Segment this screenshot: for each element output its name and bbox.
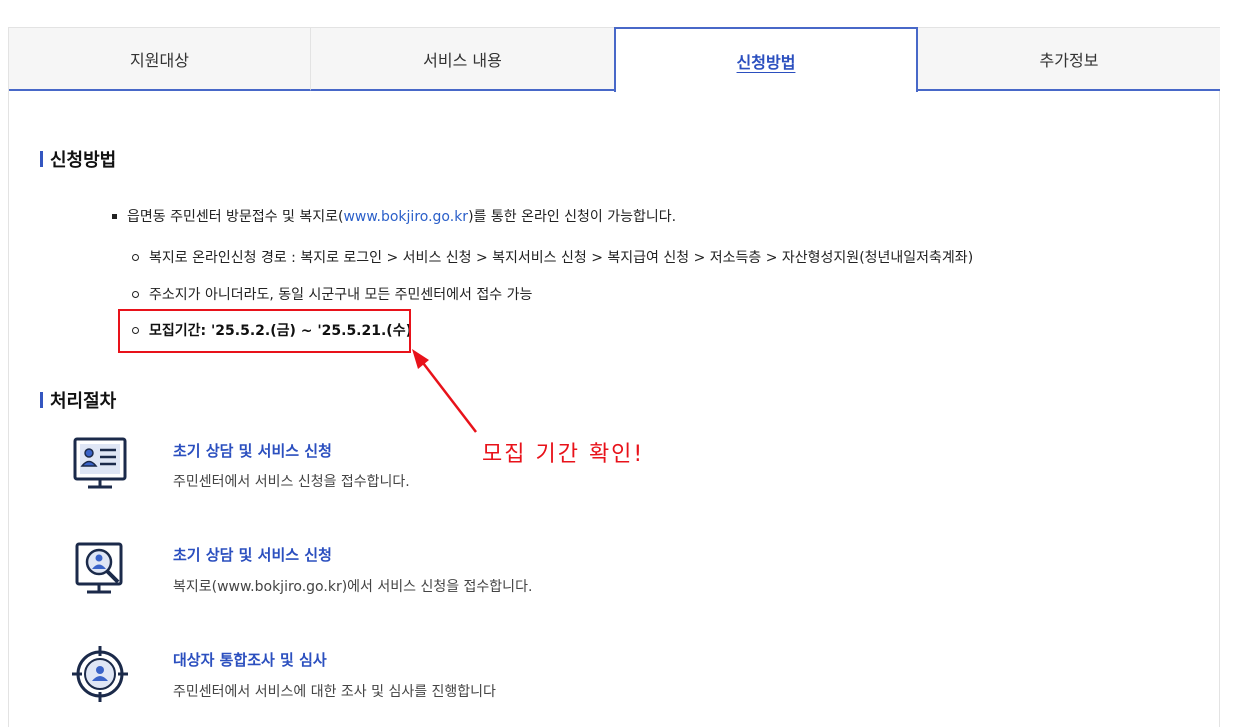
content-panel: 지원대상 서비스 내용 신청방법 추가정보 (8, 27, 1220, 727)
search-person-monitor-icon (75, 542, 123, 594)
section-marker (40, 392, 43, 408)
step-2-desc: 복지로(www.bokjiro.go.kr)에서 서비스 신청을 접수합니다. (173, 579, 533, 595)
annotation-arrow-icon (412, 349, 477, 433)
process-section-title-text: 처리절차 (50, 391, 117, 412)
main-bullet: 읍면동 주민센터 방문접수 및 복지로(www.bokjiro.go.kr)를 … (112, 206, 676, 226)
sub-item-any-center: 주소지가 아니더라도, 동일 시군구내 모든 주민센터에서 접수 가능 (132, 284, 532, 304)
step-3-desc: 주민센터에서 서비스에 대한 조사 및 심사를 진행합니다 (173, 684, 496, 700)
document-monitor-icon (73, 437, 127, 489)
section-marker (40, 151, 43, 167)
recruit-period-highlight-box (118, 309, 411, 353)
step-2-title: 초기 상담 및 서비스 신청 (173, 546, 332, 564)
tab-service-content[interactable]: 서비스 내용 (311, 28, 615, 91)
square-bullet-icon (112, 213, 117, 219)
sub-item-text: 복지로 온라인신청 경로 : 복지로 로그인 > 서비스 신청 > 복지서비스 … (149, 250, 974, 266)
target-person-icon (72, 646, 128, 702)
step-1-desc: 주민센터에서 서비스 신청을 접수합니다. (173, 474, 410, 490)
tab-eligibility[interactable]: 지원대상 (9, 28, 311, 91)
step-1-title: 초기 상담 및 서비스 신청 (173, 442, 332, 460)
main-bullet-text: 읍면동 주민센터 방문접수 및 복지로(www.bokjiro.go.kr)를 … (127, 206, 676, 226)
step-3-title: 대상자 통합조사 및 심사 (173, 651, 327, 669)
circle-bullet-icon (132, 290, 139, 298)
apply-section-title: 신청방법 (40, 146, 116, 172)
tab-bar: 지원대상 서비스 내용 신청방법 추가정보 (9, 27, 1220, 92)
tab-additional-info[interactable]: 추가정보 (918, 28, 1220, 91)
annotation-text: 모집 기간 확인! (482, 442, 645, 467)
circle-bullet-icon (132, 253, 139, 261)
sub-item-online-path: 복지로 온라인신청 경로 : 복지로 로그인 > 서비스 신청 > 복지서비스 … (132, 247, 973, 267)
process-section-title: 처리절차 (40, 387, 116, 413)
main-bullet-suffix: )를 통한 온라인 신청이 가능합니다. (468, 209, 677, 225)
main-bullet-prefix: 읍면동 주민센터 방문접수 및 복지로( (127, 209, 344, 225)
apply-section-title-text: 신청방법 (50, 150, 117, 171)
bokjiro-link[interactable]: www.bokjiro.go.kr (343, 209, 468, 225)
tab-how-to-apply[interactable]: 신청방법 (614, 27, 918, 92)
sub-item-text: 주소지가 아니더라도, 동일 시군구내 모든 주민센터에서 접수 가능 (149, 287, 533, 303)
